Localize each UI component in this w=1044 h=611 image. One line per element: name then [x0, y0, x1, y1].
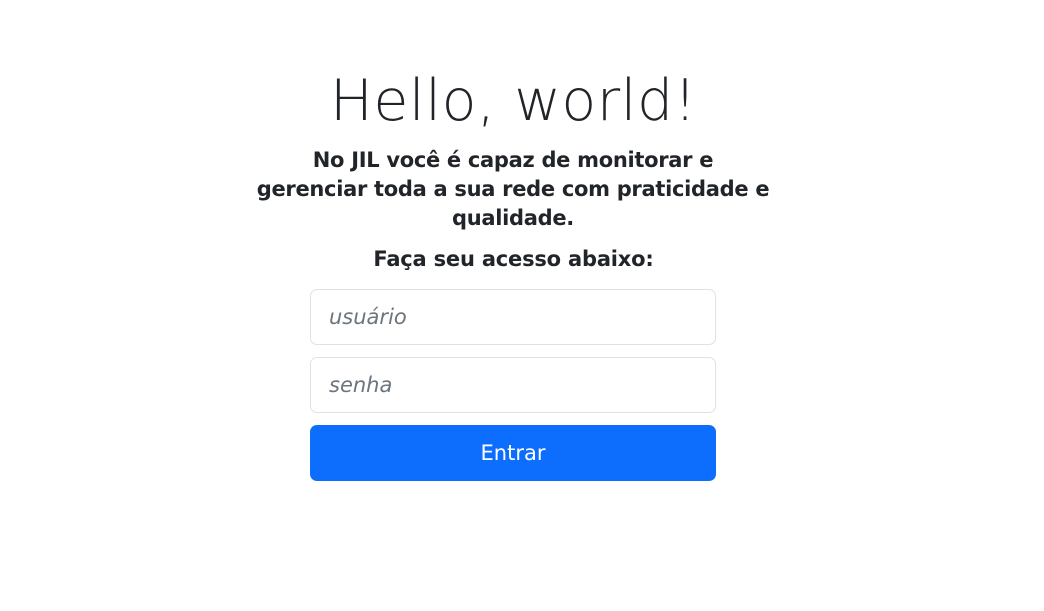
login-page: Hello, world! No JIL você é capaz de mon…: [0, 0, 1044, 611]
login-button[interactable]: Entrar: [310, 425, 716, 481]
page-subtitle: No JIL você é capaz de monitorar e geren…: [256, 148, 770, 230]
page-title: Hello, world!: [329, 68, 697, 134]
login-prompt: Faça seu acesso abaixo:: [373, 247, 654, 271]
password-input[interactable]: [310, 357, 716, 413]
username-input[interactable]: [310, 289, 716, 345]
